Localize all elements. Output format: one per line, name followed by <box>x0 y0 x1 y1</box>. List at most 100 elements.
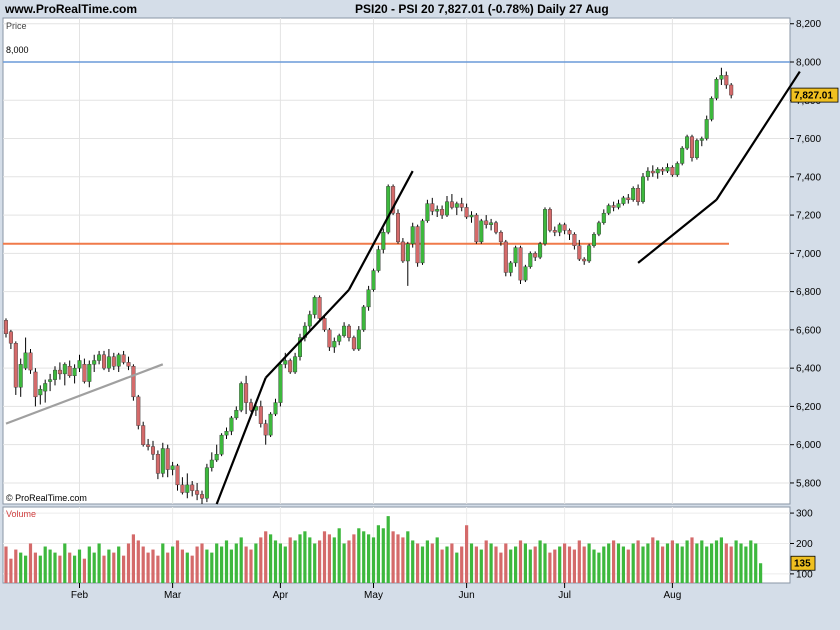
volume-bar <box>33 552 37 583</box>
price-tick-label: 6,000 <box>796 440 821 451</box>
candle-body <box>155 454 160 474</box>
volume-bar <box>220 546 224 583</box>
volume-bar <box>141 546 145 583</box>
volume-bar <box>77 549 82 583</box>
candle-body <box>489 222 494 225</box>
price-tick-label: 6,400 <box>796 364 821 375</box>
volume-bar <box>749 540 753 583</box>
volume-bar <box>68 552 72 583</box>
month-tick-label: May <box>364 590 383 601</box>
volume-bar <box>38 555 42 583</box>
volume-bar <box>705 546 709 583</box>
candle-body <box>33 371 38 398</box>
candle-body <box>538 243 543 258</box>
volume-bar <box>151 549 155 583</box>
candle-body <box>327 329 332 348</box>
candle-body <box>87 364 92 382</box>
candle-body <box>199 494 204 499</box>
candle-body <box>317 297 322 319</box>
candle-body <box>214 454 219 461</box>
volume-bar <box>386 516 390 583</box>
volume-bar <box>489 543 493 583</box>
candle-body <box>146 444 151 447</box>
volume-bar <box>460 546 464 583</box>
volume-bar <box>509 549 513 583</box>
volume-bar <box>587 543 591 583</box>
month-tick-label: Apr <box>273 590 289 601</box>
volume-bar <box>259 537 263 583</box>
price-volume-chart: 5,800 6,000 6,200 6,400 6,600 6,800 7,000 7,200… <box>2 17 839 601</box>
candle-body <box>420 220 425 264</box>
candle-body <box>680 147 685 164</box>
candle-body <box>474 214 479 243</box>
candle-body <box>209 459 214 468</box>
candle-body <box>616 203 621 208</box>
candle-body <box>62 364 67 375</box>
volume-bar <box>675 543 679 583</box>
volume-bar <box>161 543 165 583</box>
volume-bar <box>729 546 733 583</box>
price-tick-label: 5,800 <box>796 478 821 489</box>
candle-body <box>396 212 401 243</box>
resistance-label: 8,000 <box>6 45 29 55</box>
candle-body <box>121 354 126 363</box>
candle-body <box>508 262 513 273</box>
volume-panel-label: Volume <box>6 509 36 519</box>
volume-bar <box>474 546 478 583</box>
candle-body <box>606 205 611 214</box>
candle-body <box>645 170 650 178</box>
volume-bar <box>499 552 503 583</box>
candle-body <box>425 203 430 222</box>
volume-bar <box>744 546 748 583</box>
candle-body <box>185 484 190 493</box>
candle-body <box>347 325 352 338</box>
candle-body <box>175 465 180 486</box>
candle-body <box>273 402 278 415</box>
candle-body <box>685 136 690 149</box>
candle-body <box>675 163 680 176</box>
volume-bar <box>479 549 483 583</box>
volume-bar <box>528 549 532 583</box>
volume-bar <box>465 525 469 583</box>
candle-body <box>435 209 440 212</box>
volume-bar <box>719 537 723 583</box>
candle-body <box>449 201 454 208</box>
candle-body <box>415 226 420 264</box>
volume-bar <box>107 549 111 583</box>
volume-bar <box>122 555 126 583</box>
volume-bar <box>43 546 47 583</box>
volume-bar <box>523 543 527 583</box>
candle-body <box>577 245 582 260</box>
volume-bar <box>19 552 23 583</box>
price-tick-label: 7,000 <box>796 249 821 260</box>
volume-bar <box>337 528 341 583</box>
candle-body <box>552 230 557 233</box>
candle-body <box>28 352 33 371</box>
volume-bar <box>342 543 346 583</box>
candle-body <box>263 423 268 436</box>
candle-body <box>248 402 253 411</box>
volume-bar <box>210 552 214 583</box>
candle-body <box>234 410 239 419</box>
volume-bar <box>518 540 523 583</box>
volume-bar <box>82 558 86 583</box>
candle-body <box>631 188 636 200</box>
volume-bar <box>205 549 209 583</box>
candle-body <box>567 230 572 235</box>
volume-bar <box>665 543 670 583</box>
volume-bar <box>646 543 650 583</box>
candle-body <box>547 209 552 231</box>
last-volume-tag-label: 135 <box>794 559 811 570</box>
candle-body <box>699 138 704 141</box>
volume-bar <box>9 558 13 583</box>
candle-body <box>371 270 376 290</box>
price-tick-label: 7,600 <box>796 134 821 145</box>
candle-body <box>160 448 165 474</box>
volume-bar <box>626 549 630 583</box>
volume-bar <box>710 543 714 583</box>
candle-body <box>690 136 695 158</box>
x-axis: Feb Mar Apr May Jun Jul Aug <box>71 583 681 601</box>
volume-bar <box>327 534 331 583</box>
candle-body <box>136 396 141 426</box>
candle-body <box>92 360 97 365</box>
